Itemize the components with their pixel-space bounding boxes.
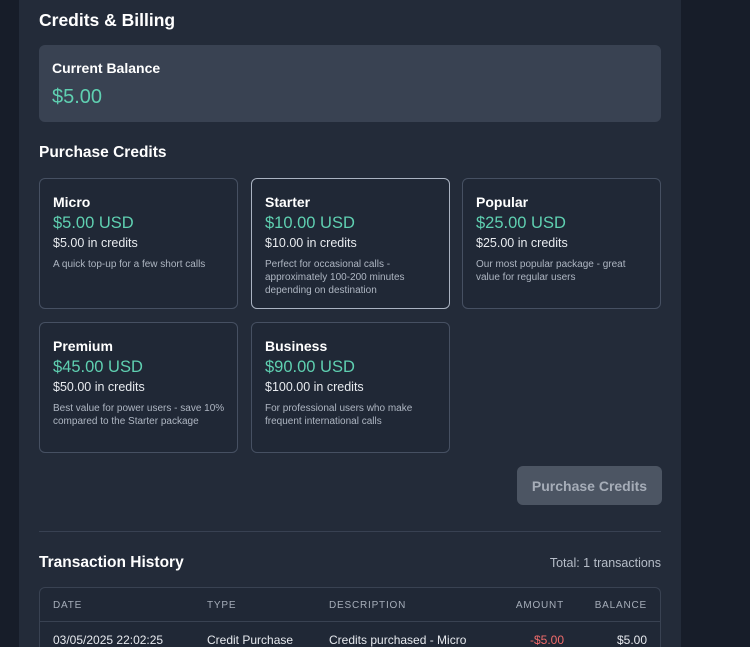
package-name: Business (265, 338, 328, 354)
package-credits: $100.00 in credits (265, 380, 364, 394)
column-header-amount[interactable]: AMOUNT (516, 600, 564, 611)
package-price: $10.00 USD (265, 214, 355, 232)
section-divider (39, 531, 661, 532)
package-card-popular[interactable]: Popular $25.00 USD $25.00 in credits Our… (462, 178, 661, 309)
package-credits: $10.00 in credits (265, 236, 357, 250)
transaction-history-title: Transaction History (39, 554, 184, 571)
package-credits: $5.00 in credits (53, 236, 138, 250)
balance-card: Current Balance $5.00 (39, 45, 661, 122)
package-description: Best value for power users - save 10% co… (53, 403, 225, 427)
billing-panel: Credits & Billing Current Balance $5.00 … (19, 0, 681, 647)
package-description: A quick top-up for a few short calls (53, 259, 206, 270)
purchase-credits-title: Purchase Credits (39, 144, 167, 161)
package-name: Popular (476, 194, 529, 210)
row-type: Credit Purchase (207, 633, 294, 647)
package-card-starter[interactable]: Starter $10.00 USD $10.00 in credits Per… (251, 178, 450, 309)
row-balance: $5.00 (616, 633, 647, 647)
package-card-premium[interactable]: Premium $45.00 USD $50.00 in credits Bes… (39, 322, 238, 453)
package-card-micro[interactable]: Micro $5.00 USD $5.00 in credits A quick… (39, 178, 238, 309)
package-description: For professional users who make frequent… (265, 403, 413, 427)
package-price: $90.00 USD (265, 358, 355, 376)
row-date: 03/05/2025 22:02:25 (53, 633, 164, 647)
transaction-table: DATE TYPE DESCRIPTION AMOUNT BALANCE 03/… (39, 587, 661, 647)
row-description: Credits purchased - Micro (329, 633, 467, 647)
package-credits: $25.00 in credits (476, 236, 568, 250)
column-header-description[interactable]: DESCRIPTION (329, 600, 406, 611)
column-header-date[interactable]: DATE (53, 600, 82, 611)
package-price: $45.00 USD (53, 358, 143, 376)
table-header: DATE TYPE DESCRIPTION AMOUNT BALANCE (40, 588, 660, 622)
package-description: Our most popular package - great value f… (476, 259, 626, 283)
package-name: Starter (265, 194, 311, 210)
package-name: Premium (53, 338, 113, 354)
column-header-type[interactable]: TYPE (207, 600, 236, 611)
package-price: $25.00 USD (476, 214, 566, 232)
purchase-credits-button[interactable]: Purchase Credits (517, 466, 662, 505)
page-title: Credits & Billing (39, 10, 176, 30)
transaction-total: Total: 1 transactions (549, 556, 661, 570)
package-name: Micro (53, 194, 91, 210)
package-card-business[interactable]: Business $90.00 USD $100.00 in credits F… (251, 322, 450, 453)
balance-label: Current Balance (52, 60, 161, 76)
row-amount: -$5.00 (529, 633, 564, 647)
package-description: Perfect for occasional calls - approxima… (265, 259, 405, 296)
package-credits: $50.00 in credits (53, 380, 145, 394)
package-price: $5.00 USD (53, 214, 134, 232)
column-header-balance[interactable]: BALANCE (595, 600, 647, 611)
balance-value: $5.00 (52, 86, 103, 108)
